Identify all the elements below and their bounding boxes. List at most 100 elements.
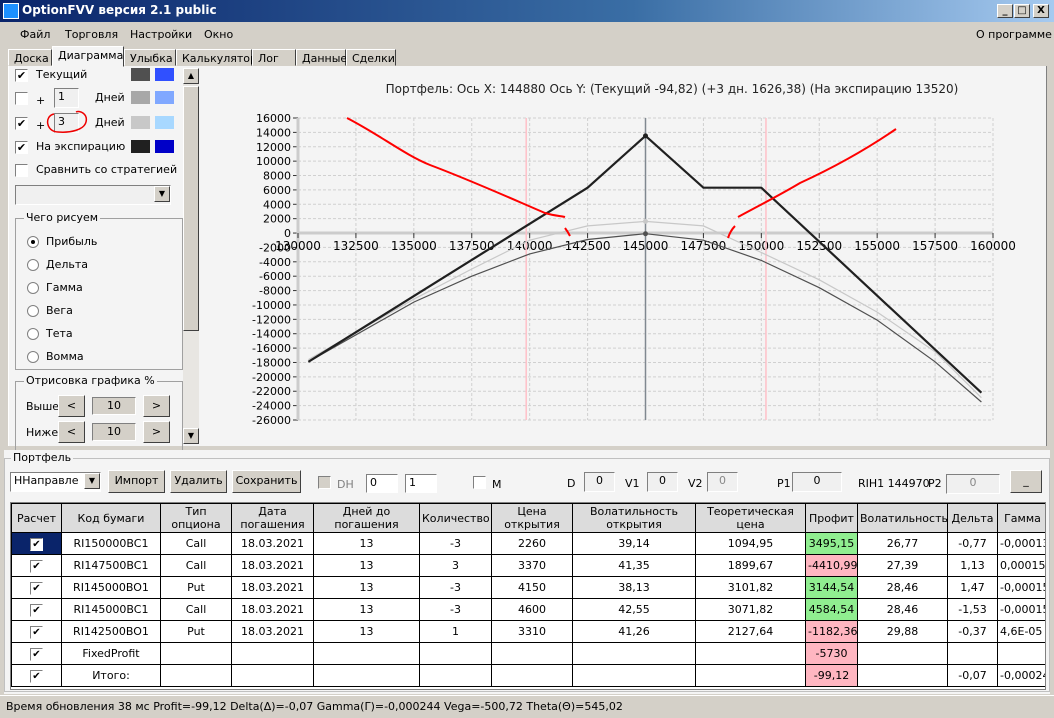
- column-header[interactable]: Волатильность открытия: [572, 503, 696, 533]
- spin-2[interactable]: 1: [405, 474, 437, 493]
- table-row[interactable]: ✔ RI145000BO1 Put 18.03.2021 13 -3 4150 38,13 31…: [11, 576, 1045, 599]
- gray-color-swatch[interactable]: [131, 68, 150, 81]
- calc-checkbox[interactable]: ✔: [30, 625, 43, 639]
- gray-color-swatch[interactable]: [131, 91, 150, 104]
- calc-checkbox[interactable]: ✔: [30, 581, 43, 595]
- column-header[interactable]: Цена открытия: [491, 503, 573, 533]
- chevron-down-icon[interactable]: ▼: [154, 186, 170, 202]
- table-row[interactable]: ✔ RI145000BC1 Call 18.03.2021 13 -3 4600 42,55 3…: [11, 598, 1045, 621]
- calc-cell[interactable]: ✔: [11, 664, 62, 687]
- column-header[interactable]: Тип опциона: [160, 503, 232, 533]
- calc-cell[interactable]: ✔: [11, 642, 62, 665]
- column-header[interactable]: Гамма: [997, 503, 1045, 533]
- above-decrease-button[interactable]: <: [58, 395, 85, 417]
- gray-color-swatch[interactable]: [131, 116, 150, 129]
- line-checkbox-1[interactable]: [15, 92, 28, 105]
- dh-checkbox[interactable]: [318, 476, 331, 489]
- calc-checkbox[interactable]: ✔: [30, 559, 43, 573]
- tab-6[interactable]: Сделки: [346, 49, 396, 66]
- spin-1[interactable]: 0: [366, 474, 398, 493]
- column-header[interactable]: Код бумаги: [61, 503, 161, 533]
- strategy-compare-select[interactable]: ▼: [15, 185, 171, 205]
- above-increase-button[interactable]: >: [143, 395, 170, 417]
- chevron-down-icon[interactable]: ▼: [84, 473, 100, 489]
- scroll-up-icon[interactable]: ▲: [183, 68, 199, 84]
- menu-about[interactable]: О программе: [976, 28, 1052, 41]
- calc-cell[interactable]: ✔: [11, 576, 62, 599]
- column-header[interactable]: Профит: [805, 503, 858, 533]
- tab-0[interactable]: Доска: [8, 49, 52, 66]
- column-header[interactable]: Дней до погашения: [313, 503, 420, 533]
- minimize-button[interactable]: _: [997, 4, 1013, 18]
- calc-cell[interactable]: ✔: [11, 532, 62, 555]
- column-header[interactable]: Дельта: [947, 503, 998, 533]
- menu-file[interactable]: Файл: [20, 28, 50, 41]
- calc-checkbox[interactable]: ✔: [30, 647, 43, 661]
- below-value[interactable]: 10: [92, 423, 136, 441]
- below-increase-button[interactable]: >: [143, 421, 170, 443]
- calc-checkbox[interactable]: ✔: [30, 603, 43, 617]
- tab-5[interactable]: Данные: [296, 49, 347, 66]
- tab-4[interactable]: Лог: [252, 49, 296, 66]
- blue-color-swatch[interactable]: [155, 91, 174, 104]
- column-header[interactable]: Расчет: [11, 503, 62, 533]
- table-row[interactable]: ✔ RI147500BC1 Call 18.03.2021 13 3 3370 41,35 18…: [11, 554, 1045, 577]
- delete-button[interactable]: Удалить: [170, 470, 227, 493]
- gray-color-swatch[interactable]: [131, 140, 150, 153]
- profit-chart[interactable]: Портфель: Ось X: 144880 Ось Y: (Текущий …: [200, 66, 1046, 446]
- table-row[interactable]: ✔ Итого: -99,12 -0,07 -0,00024: [11, 664, 1045, 687]
- radio-2[interactable]: [27, 282, 39, 294]
- line-checkbox-2[interactable]: ✔: [15, 117, 28, 130]
- table-cell: 4150: [491, 576, 573, 599]
- menu-trading[interactable]: Торговля: [65, 28, 118, 41]
- p2-input[interactable]: 0: [946, 474, 1000, 494]
- d-input[interactable]: 0: [584, 472, 615, 492]
- table-row[interactable]: ✔ RI150000BC1 Call 18.03.2021 13 -3 2260 39,14 1…: [11, 532, 1045, 555]
- left-panel-scrollbar[interactable]: ▲ ▼: [183, 68, 199, 444]
- calc-checkbox[interactable]: ✔: [30, 669, 43, 683]
- calc-cell[interactable]: ✔: [11, 620, 62, 643]
- close-button[interactable]: X: [1033, 4, 1049, 18]
- collapse-button[interactable]: _: [1010, 470, 1042, 493]
- compare-checkbox[interactable]: [15, 164, 28, 177]
- calc-checkbox[interactable]: ✔: [30, 537, 43, 551]
- menu-window[interactable]: Окно: [204, 28, 233, 41]
- scroll-down-icon[interactable]: ▼: [183, 428, 199, 444]
- radio-1[interactable]: [27, 259, 39, 271]
- v1-input[interactable]: 0: [647, 472, 678, 492]
- import-button[interactable]: Импорт: [108, 470, 165, 493]
- y-tick-label: -18000: [252, 356, 291, 369]
- below-decrease-button[interactable]: <: [58, 421, 85, 443]
- radio-0[interactable]: [27, 236, 39, 248]
- column-header[interactable]: Количество: [419, 503, 492, 533]
- column-header[interactable]: Волатильность: [857, 503, 948, 533]
- scrollbar-thumb[interactable]: [183, 86, 199, 331]
- radio-5[interactable]: [27, 351, 39, 363]
- blue-color-swatch[interactable]: [155, 116, 174, 129]
- app-icon: [3, 3, 19, 19]
- calc-cell[interactable]: ✔: [11, 598, 62, 621]
- menu-settings[interactable]: Настройки: [130, 28, 192, 41]
- blue-color-swatch[interactable]: [155, 140, 174, 153]
- calc-cell[interactable]: ✔: [11, 554, 62, 577]
- table-row[interactable]: ✔ FixedProfit -5730: [11, 642, 1045, 665]
- radio-3[interactable]: [27, 305, 39, 317]
- tab-3[interactable]: Калькулятор: [176, 49, 257, 66]
- blue-color-swatch[interactable]: [155, 68, 174, 81]
- v2-input[interactable]: 0: [707, 472, 738, 492]
- table-row[interactable]: ✔ RI142500BO1 Put 18.03.2021 13 1 3310 41,26 212…: [11, 620, 1045, 643]
- p1-input[interactable]: 0: [792, 472, 842, 492]
- column-header[interactable]: Дата погашения: [231, 503, 314, 533]
- save-button[interactable]: Сохранить: [232, 470, 301, 493]
- line-checkbox-3[interactable]: ✔: [15, 141, 28, 154]
- radio-4[interactable]: [27, 328, 39, 340]
- strategy-select[interactable]: ННаправле ▼: [10, 472, 101, 492]
- line-checkbox-0[interactable]: ✔: [15, 69, 28, 82]
- tab-1[interactable]: Диаграмма: [52, 46, 124, 67]
- above-value[interactable]: 10: [92, 397, 136, 415]
- column-header[interactable]: Теоретическая цена: [695, 503, 806, 533]
- m-checkbox[interactable]: [473, 476, 486, 489]
- tab-2[interactable]: Улыбка: [124, 49, 176, 66]
- maximize-button[interactable]: □: [1014, 4, 1030, 18]
- days-input[interactable]: 1: [54, 88, 79, 108]
